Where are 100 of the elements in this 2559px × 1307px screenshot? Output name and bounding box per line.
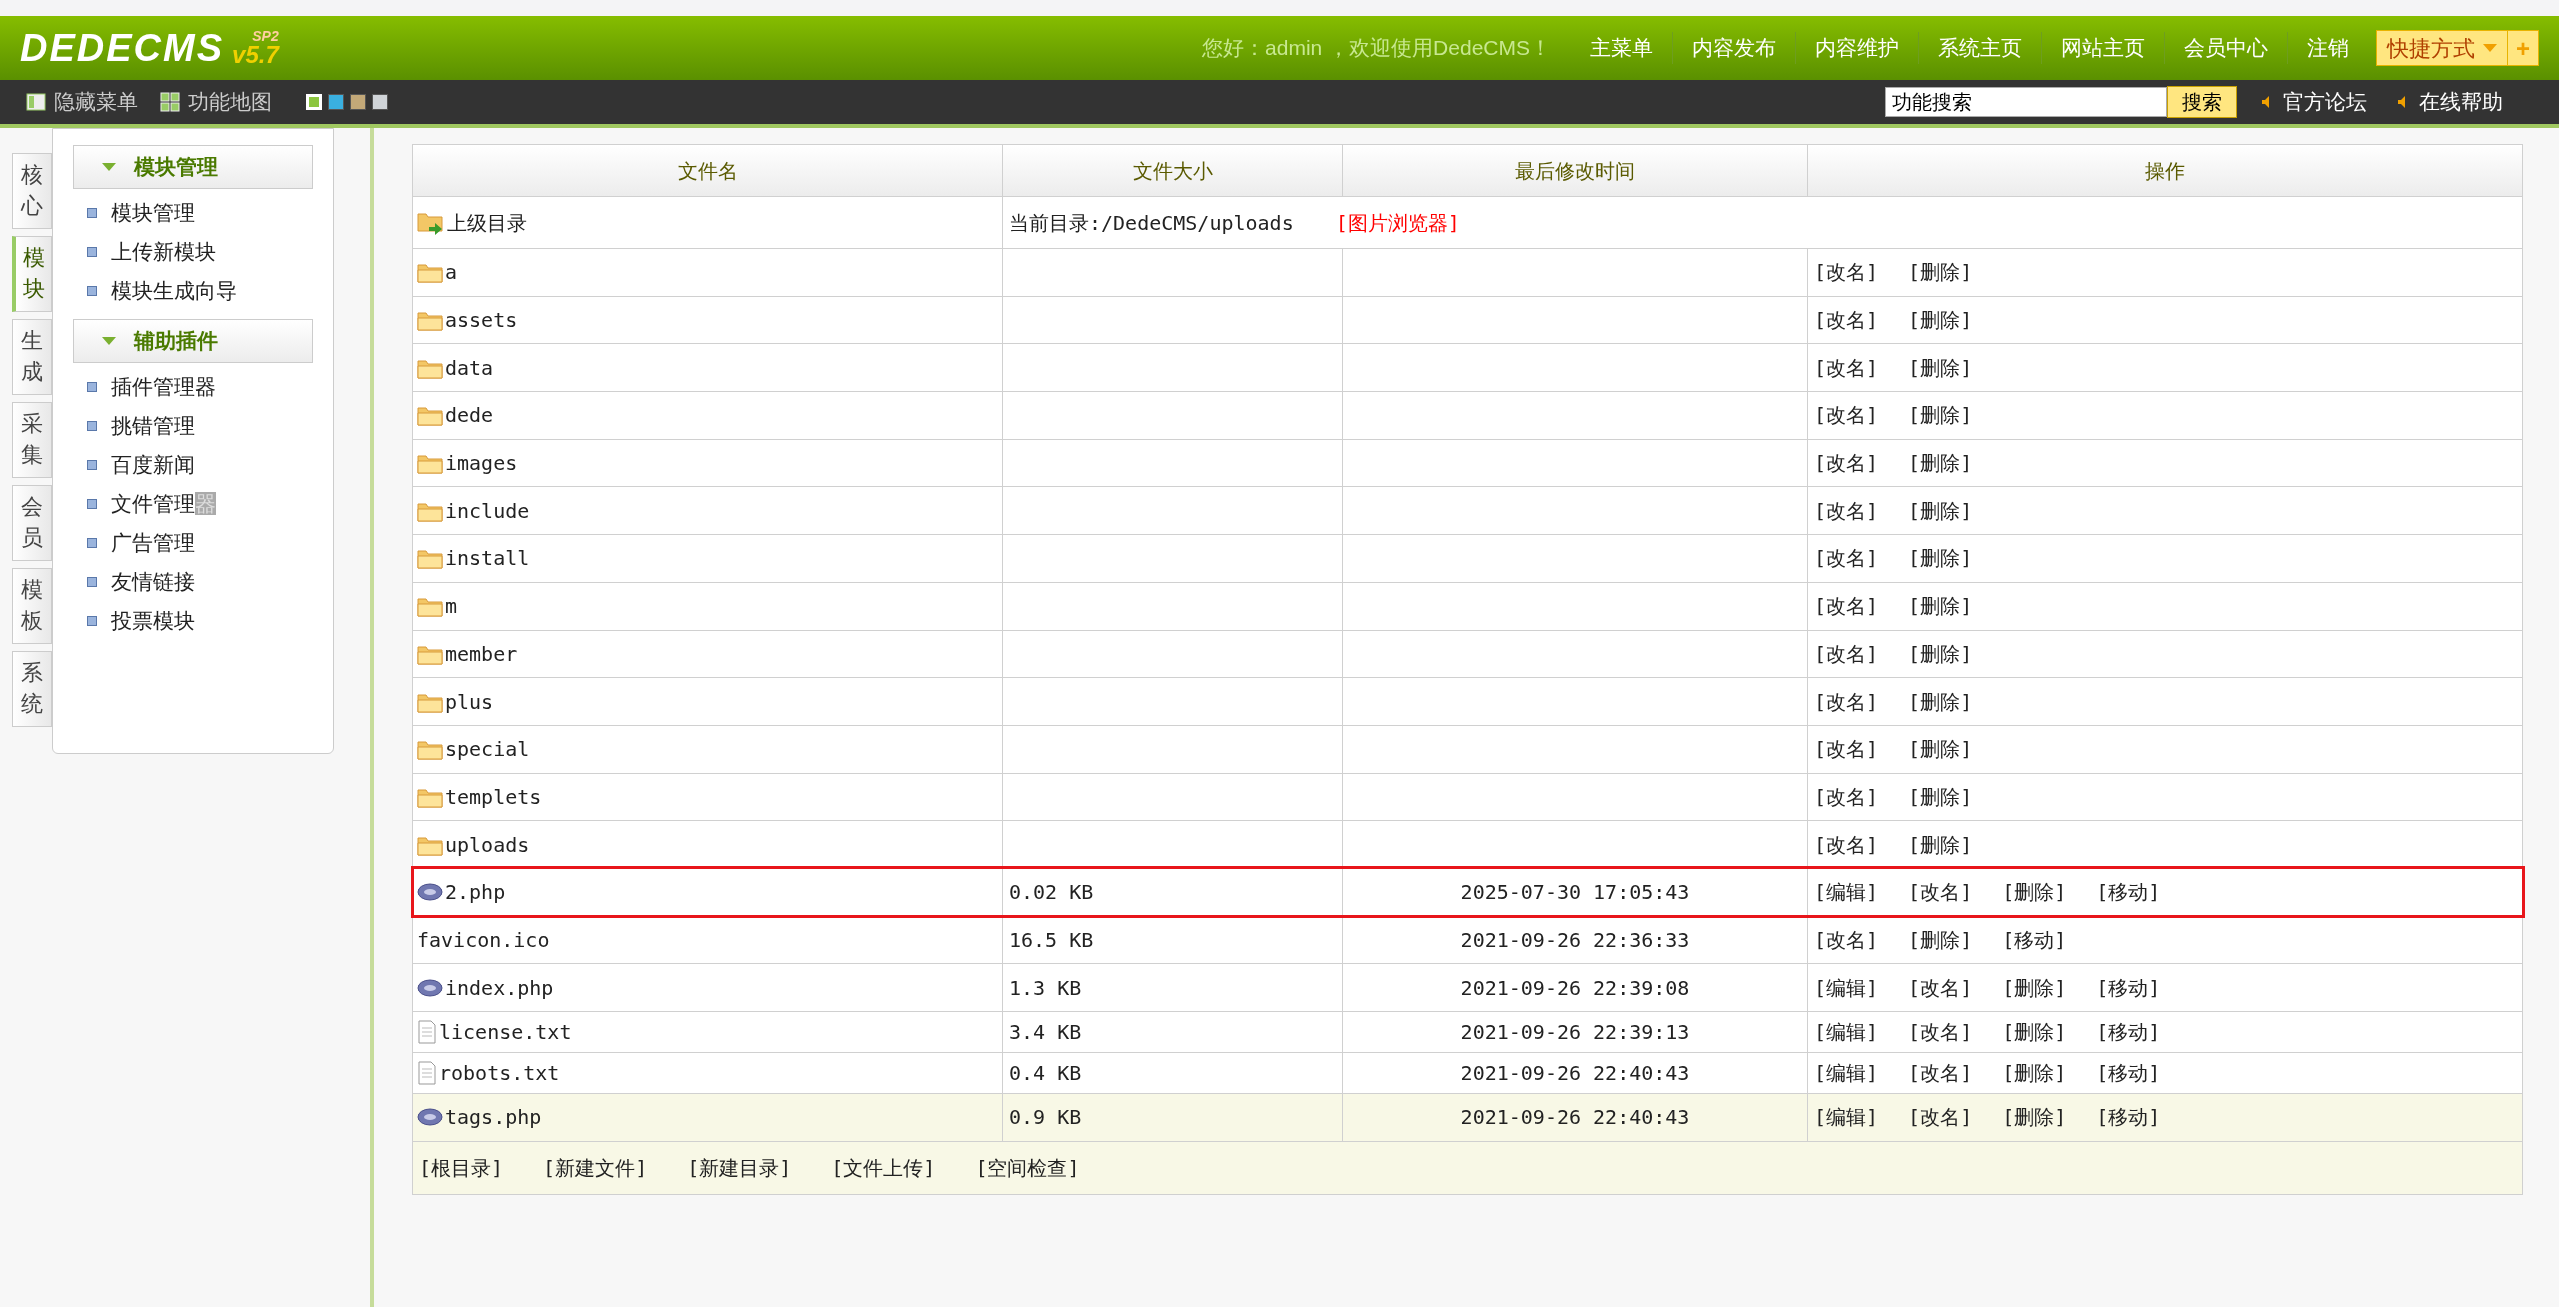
action-link[interactable]: [移动] <box>2002 924 2067 955</box>
action-link[interactable]: [删除] <box>1908 257 1973 288</box>
action-link[interactable]: [删除] <box>1908 924 1973 955</box>
action-link[interactable]: [删除] <box>1908 591 1973 622</box>
action-link[interactable]: [删除] <box>1908 448 1973 479</box>
action-link[interactable]: [移动] <box>2096 877 2161 908</box>
action-link[interactable]: [编辑] <box>1814 972 1879 1003</box>
file-name-link[interactable]: tags.php <box>445 1102 542 1133</box>
action-link[interactable]: [改名] <box>1814 638 1879 669</box>
sidebar-link[interactable]: 广告管理 <box>111 529 195 557</box>
footer-link[interactable]: [新建目录] <box>687 1152 792 1183</box>
action-link[interactable]: [删除] <box>1908 543 1973 574</box>
action-link[interactable]: [改名] <box>1908 877 1973 908</box>
action-link[interactable]: [删除] <box>1908 686 1973 717</box>
file-name-link[interactable]: images <box>445 448 518 479</box>
sidebar-link[interactable]: 上传新模块 <box>111 238 216 266</box>
action-link[interactable]: [编辑] <box>1814 1058 1879 1088</box>
file-name-link[interactable]: license.txt <box>439 1017 572 1047</box>
sidebar-link[interactable]: 插件管理器 <box>111 373 216 401</box>
action-link[interactable]: [删除] <box>1908 781 1973 812</box>
footer-link[interactable]: [空间检查] <box>975 1152 1080 1183</box>
file-name-link[interactable]: special <box>445 734 530 765</box>
action-link[interactable]: [改名] <box>1908 1102 1973 1133</box>
file-name-link[interactable]: templets <box>445 781 542 812</box>
theme-swatch[interactable] <box>372 94 388 110</box>
action-link[interactable]: [改名] <box>1814 495 1879 526</box>
footer-link[interactable]: [根目录] <box>419 1152 504 1183</box>
action-link[interactable]: [改名] <box>1814 448 1879 479</box>
group-header[interactable]: 模块管理 <box>73 145 313 189</box>
action-link[interactable]: [改名] <box>1908 972 1973 1003</box>
shortcut-button[interactable]: 快捷方式 <box>2377 31 2507 65</box>
side-tab[interactable]: 模板 <box>12 568 52 644</box>
file-name-link[interactable]: install <box>445 543 530 574</box>
action-link[interactable]: [移动] <box>2096 972 2161 1003</box>
footer-link[interactable]: [文件上传] <box>831 1152 936 1183</box>
action-link[interactable]: [移动] <box>2096 1017 2161 1047</box>
action-link[interactable]: [改名] <box>1814 543 1879 574</box>
action-link[interactable]: [改名] <box>1814 257 1879 288</box>
side-tab[interactable]: 系统 <box>12 651 52 727</box>
action-link[interactable]: [改名] <box>1814 781 1879 812</box>
file-name-link[interactable]: plus <box>445 686 494 717</box>
file-name-link[interactable]: a <box>445 257 458 288</box>
action-link[interactable]: [改名] <box>1814 400 1879 431</box>
side-tab[interactable]: 采集 <box>12 402 52 478</box>
footer-link[interactable]: [新建文件] <box>543 1152 648 1183</box>
action-link[interactable]: [改名] <box>1814 352 1879 383</box>
search-button[interactable]: 搜索 <box>2167 86 2237 118</box>
side-tab[interactable]: 模块 <box>12 236 52 312</box>
action-link[interactable]: [删除] <box>1908 400 1973 431</box>
theme-swatch[interactable] <box>350 94 366 110</box>
header-link[interactable]: 在线帮助 <box>2419 86 2503 118</box>
action-link[interactable]: [改名] <box>1908 1017 1973 1047</box>
file-name-link[interactable]: 2.php <box>445 877 506 908</box>
action-link[interactable]: [删除] <box>2002 1058 2067 1088</box>
sidebar-link[interactable]: 百度新闻 <box>111 451 195 479</box>
file-name-link[interactable]: dede <box>445 400 494 431</box>
file-name-link[interactable]: index.php <box>445 972 554 1003</box>
file-name-link[interactable]: include <box>445 495 530 526</box>
file-name-link[interactable]: m <box>445 591 458 622</box>
sidebar-link[interactable]: 友情链接 <box>111 568 195 596</box>
action-link[interactable]: [删除] <box>1908 352 1973 383</box>
side-tab[interactable]: 核心 <box>12 153 52 229</box>
file-name-link[interactable]: favicon.ico <box>417 924 550 955</box>
action-link[interactable]: [改名] <box>1814 734 1879 765</box>
file-name-link[interactable]: data <box>445 352 494 383</box>
action-link[interactable]: [改名] <box>1908 1058 1973 1088</box>
theme-swatch[interactable] <box>328 94 344 110</box>
file-name-link[interactable]: robots.txt <box>439 1058 560 1088</box>
file-name-link[interactable]: assets <box>445 305 518 336</box>
action-link[interactable]: [移动] <box>2096 1058 2161 1088</box>
search-field[interactable]: 功能搜索 <box>1885 87 2167 117</box>
action-link[interactable]: [改名] <box>1814 924 1879 955</box>
action-link[interactable]: [删除] <box>2002 972 2067 1003</box>
sidebar-link[interactable]: 挑错管理 <box>111 412 195 440</box>
action-link[interactable]: [编辑] <box>1814 1102 1879 1133</box>
action-link[interactable]: [删除] <box>1908 495 1973 526</box>
action-link[interactable]: [删除] <box>1908 734 1973 765</box>
action-link[interactable]: [改名] <box>1814 829 1879 860</box>
action-link[interactable]: [删除] <box>1908 638 1973 669</box>
action-link[interactable]: [移动] <box>2096 1102 2161 1133</box>
action-link[interactable]: [删除] <box>2002 877 2067 908</box>
hide-menu-link[interactable]: 隐藏菜单 <box>54 86 138 118</box>
image-browser-link[interactable]: [图片浏览器] <box>1335 207 1460 238</box>
action-link[interactable]: [改名] <box>1814 686 1879 717</box>
group-header[interactable]: 辅助插件 <box>73 319 313 363</box>
action-link[interactable]: [改名] <box>1814 591 1879 622</box>
action-link[interactable]: [删除] <box>2002 1102 2067 1133</box>
file-name-link[interactable]: uploads <box>445 829 530 860</box>
action-link[interactable]: [删除] <box>2002 1017 2067 1047</box>
action-link[interactable]: [删除] <box>1908 305 1973 336</box>
file-name-link[interactable]: member <box>445 638 518 669</box>
action-link[interactable]: [改名] <box>1814 305 1879 336</box>
sidebar-link[interactable]: 模块生成向导 <box>111 277 237 305</box>
side-tab[interactable]: 生成 <box>12 319 52 395</box>
sidebar-link[interactable]: 投票模块 <box>111 607 195 635</box>
parent-dir-link[interactable]: 上级目录 <box>447 207 527 238</box>
sidebar-link[interactable]: 模块管理 <box>111 199 195 227</box>
side-tab[interactable]: 会员 <box>12 485 52 561</box>
action-link[interactable]: [删除] <box>1908 829 1973 860</box>
action-link[interactable]: [编辑] <box>1814 1017 1879 1047</box>
